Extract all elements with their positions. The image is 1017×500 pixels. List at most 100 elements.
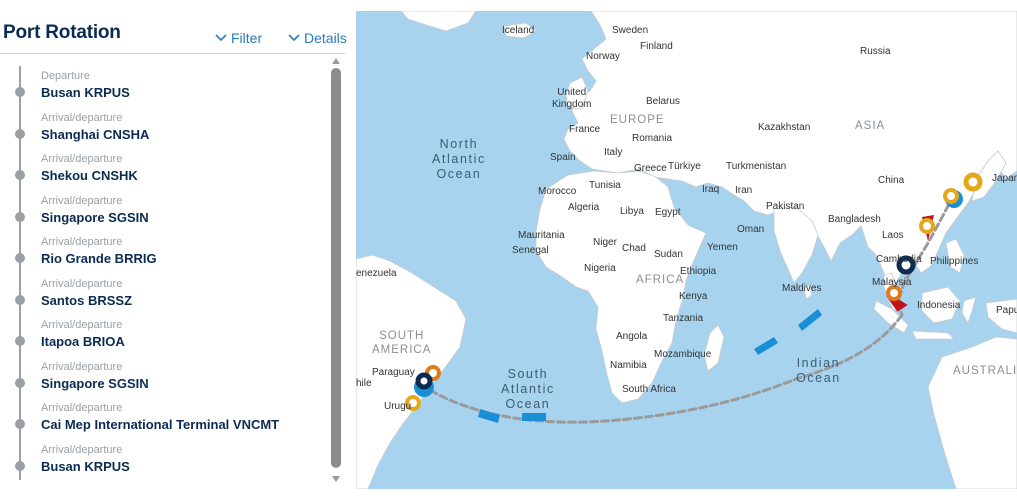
stop-type: Arrival/departure [41, 153, 123, 165]
port-stop-item[interactable]: Arrival/departure Singapore SGSIN [0, 355, 320, 396]
country-label: hile [356, 378, 372, 389]
stop-type: Arrival/departure [41, 402, 123, 414]
country-label: Senegal [512, 245, 549, 256]
list-scrollbar[interactable] [329, 56, 343, 484]
route-map[interactable]: North Atlantic Ocean South Atlantic Ocea… [356, 11, 1017, 489]
country-label: Maldives [782, 283, 822, 294]
scroll-down-arrow-icon[interactable] [332, 476, 340, 482]
port-stop-item[interactable]: Departure Busan KRPUS [0, 64, 320, 105]
timeline-dot [15, 128, 25, 139]
country-label: Indonesia [917, 300, 961, 311]
port-stop-item[interactable]: Arrival/departure Busan KRPUS [0, 438, 320, 479]
stop-port: Busan KRPUS [41, 458, 130, 474]
country-label: Angola [616, 331, 648, 342]
timeline-dot [15, 419, 25, 429]
country-label: enezuela [356, 268, 397, 279]
country-label: Paraguay [372, 367, 415, 378]
stop-port: Singapore SGSIN [41, 375, 149, 391]
stop-type: Arrival/departure [41, 443, 123, 456]
country-label: Egypt [655, 207, 681, 218]
madagascar-land [703, 324, 725, 372]
stop-type: Arrival/departure [41, 111, 123, 124]
timeline-dot [15, 211, 25, 222]
chevron-down-icon [215, 34, 227, 42]
vessel-icon [754, 337, 778, 355]
timeline-dot [15, 170, 25, 180]
country-label: Greece [634, 163, 667, 174]
region-label-africa: AFRICA [636, 274, 685, 286]
land-masses [356, 11, 1017, 489]
country-label: Russia [860, 46, 891, 57]
stop-type: Arrival/departure [41, 236, 123, 248]
stop-type: Departure [41, 70, 90, 82]
country-label: Chad [622, 243, 646, 254]
stop-port: Cai Mep International Terminal VNCMT [41, 417, 280, 432]
port-stop-item[interactable]: Arrival/departure Itapoa BRIOA [0, 313, 320, 354]
country-label: Spain [550, 152, 576, 163]
stop-port: Shanghai CNSHA [41, 126, 150, 142]
port-stop-item[interactable]: Arrival/departure Santos BRSSZ [0, 272, 320, 313]
panel-header: Port Rotation Filter Details [0, 0, 347, 54]
region-label-asia: ASIA [855, 120, 886, 132]
scroll-thumb[interactable] [331, 68, 341, 468]
timeline-dot [15, 253, 25, 263]
port-marker-itapoa [415, 372, 433, 390]
map-canvas [356, 11, 1017, 489]
region-label-australia: AUSTRALIA [953, 365, 1017, 377]
stop-type: Arrival/departure [41, 194, 123, 207]
greenland-land [400, 11, 477, 32]
country-label: Laos [882, 230, 904, 241]
country-label: Namibia [610, 360, 647, 371]
country-label: Malaysia [872, 277, 912, 288]
country-label: Pakistan [766, 201, 805, 212]
country-label: Norway [586, 51, 620, 62]
country-label: Sudan [654, 249, 683, 260]
country-label: United Kingdom [552, 87, 592, 110]
port-marker-busan [963, 172, 983, 192]
country-label: Iceland [502, 25, 535, 36]
timeline-dot [15, 377, 25, 388]
country-label: Papu [996, 305, 1017, 316]
australia-land [927, 336, 1017, 489]
filter-button[interactable]: Filter [214, 30, 262, 46]
timeline-dot [15, 460, 25, 471]
country-label: Iran [735, 185, 753, 196]
country-label: Libya [620, 206, 644, 217]
port-stop-item[interactable]: Arrival/departure Cai Mep International … [0, 396, 320, 437]
country-label: Ethiopia [680, 266, 717, 277]
vessel-icon [798, 309, 822, 331]
vessel-icon [522, 413, 546, 421]
port-stop-item[interactable]: Arrival/departure Rio Grande BRRIG [0, 230, 320, 271]
country-label: Bangladesh [828, 214, 881, 225]
stop-type: Arrival/departure [41, 319, 123, 331]
region-label-south-america: SOUTH AMERICA [372, 330, 432, 356]
country-label: Türkiye [668, 161, 701, 172]
port-stop-item[interactable]: Arrival/departure Shekou CNSHK [0, 147, 320, 188]
country-label: Japan [992, 173, 1017, 184]
region-label-europe: EUROPE [610, 114, 665, 126]
country-label: Italy [604, 147, 623, 158]
chevron-down-icon [288, 34, 300, 42]
country-label: Algeria [568, 202, 600, 213]
country-label: Yemen [707, 242, 738, 253]
country-label: Morocco [538, 186, 577, 197]
details-button[interactable]: Details [287, 30, 347, 46]
stop-port: Rio Grande BRRIG [41, 251, 157, 266]
port-marker-singapore [886, 285, 902, 301]
country-label: Iraq [702, 184, 720, 195]
country-label: Kenya [679, 291, 708, 302]
country-label: France [569, 124, 601, 135]
panel-title: Port Rotation [3, 22, 121, 43]
java-land [911, 330, 955, 340]
port-marker-shanghai-ring [943, 188, 959, 204]
country-label: Romania [632, 133, 673, 144]
filter-label: Filter [231, 30, 263, 46]
port-rotation-list: Departure Busan KRPUS Arrival/departure … [0, 64, 330, 484]
country-label: Finland [640, 41, 673, 52]
port-stop-item[interactable]: Arrival/departure Shanghai CNSHA [0, 106, 320, 147]
port-stop-item[interactable]: Arrival/departure Singapore SGSIN [0, 189, 320, 230]
country-label: Sweden [612, 25, 649, 36]
country-label: Kazakhstan [758, 122, 811, 133]
scroll-up-arrow-icon[interactable] [332, 58, 340, 64]
country-label: Oman [737, 224, 765, 235]
